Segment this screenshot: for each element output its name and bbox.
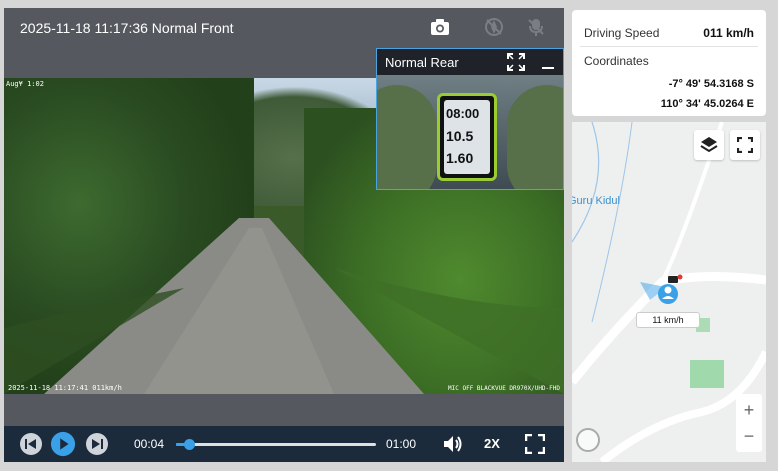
rear-video-title: Normal Rear: [385, 55, 459, 70]
play-icon[interactable]: [50, 431, 76, 457]
video-panel: 2025-11-18 11:17:36 Normal Front Aug¥ 1:…: [4, 8, 564, 462]
driving-speed-label: Driving Speed: [584, 26, 660, 40]
total-time: 01:00: [386, 437, 417, 451]
camera-icon[interactable]: [428, 15, 452, 39]
expand-icon[interactable]: [507, 53, 525, 76]
osd-timestamp: 2025-11-18 11:17:41 011km/h: [8, 384, 122, 392]
mic-off-icon: [524, 15, 548, 39]
info-divider: [580, 46, 758, 47]
zoom-control: + −: [736, 394, 762, 452]
layers-icon[interactable]: [694, 130, 724, 160]
osd-top-label: Aug¥ 1:02: [6, 80, 44, 88]
front-video-title: 2025-11-18 11:17:36 Normal Front: [20, 20, 234, 36]
longitude-value: 110° 34' 45.0264 E: [660, 98, 754, 110]
compass-off-icon: [482, 15, 506, 39]
map-fullscreen-icon[interactable]: [730, 130, 760, 160]
map-panel[interactable]: Guru Kidul 11 km/h + −: [572, 122, 766, 462]
rear-video-pip[interactable]: Normal Rear 08:00 10.5 1.60: [376, 48, 564, 190]
next-icon[interactable]: [84, 431, 110, 457]
rear-video-header: Normal Rear: [377, 49, 563, 75]
minimize-icon[interactable]: [541, 53, 555, 76]
video-header: 2025-11-18 11:17:36 Normal Front: [4, 8, 564, 46]
pip-jacket-left: [377, 85, 437, 189]
gauge-screen: 08:00 10.5 1.60: [444, 100, 490, 174]
gauge-speed: 1.60: [446, 150, 474, 166]
coordinates-label: Coordinates: [584, 54, 649, 68]
fullscreen-icon[interactable]: [522, 431, 548, 457]
latitude-value: -7° 49' 54.3168 S: [668, 78, 754, 90]
progress-bar[interactable]: [176, 439, 376, 450]
prev-icon[interactable]: [18, 431, 44, 457]
zoom-out-button[interactable]: −: [736, 422, 762, 450]
trip-info-card: Driving Speed 011 km/h Coordinates -7° 4…: [572, 10, 766, 116]
gauge-time: 08:00: [446, 106, 480, 121]
progress-handle[interactable]: [184, 439, 196, 450]
map-compass-icon[interactable]: [576, 428, 600, 452]
rear-video-frame: 08:00 10.5 1.60: [377, 75, 563, 189]
dashcam-viewer: 2025-11-18 11:17:36 Normal Front Aug¥ 1:…: [0, 0, 778, 471]
volume-icon[interactable]: [440, 431, 466, 457]
zoom-in-button[interactable]: +: [736, 396, 762, 424]
current-time: 00:04: [134, 437, 165, 451]
map-place-label: Guru Kidul: [572, 195, 620, 207]
driving-speed-value: 011 km/h: [703, 26, 754, 40]
osd-model: MIC OFF BLACKVUE DR970X/UHD-FHD: [448, 385, 560, 392]
speedometer-gauge: 08:00 10.5 1.60: [437, 93, 497, 181]
gauge-distance: 10.5: [446, 128, 474, 144]
playback-speed-button[interactable]: 2X: [484, 436, 500, 451]
pip-jacket-right: [507, 85, 563, 189]
playback-controls: 00:04 01:00 2X: [4, 426, 564, 462]
map-marker-speed: 11 km/h: [636, 312, 700, 328]
